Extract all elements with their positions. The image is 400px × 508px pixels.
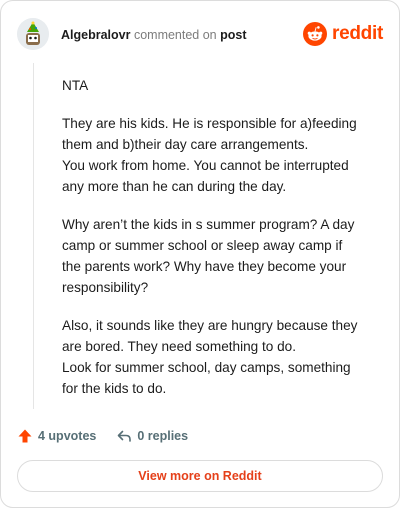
comment-line: for the kids to do. (62, 381, 167, 396)
avatar-image (17, 18, 49, 50)
comment-paragraph: Why aren’t the kids in s summer program?… (62, 214, 382, 298)
reply-count: 0 replies (137, 429, 189, 443)
comment-paragraph: NTA (62, 75, 382, 96)
user-avatar[interactable] (17, 18, 49, 50)
comment-line: them and b)their day care arrangements. (62, 137, 309, 152)
comment-header: Algebralovr commented on post reddit (17, 17, 383, 51)
thread-line (33, 63, 34, 409)
comment-paragraph: Also, it sounds like they are hungry bec… (62, 315, 382, 399)
comment-body: NTA They are his kids. He is responsible … (62, 75, 382, 416)
post-link[interactable]: post (220, 28, 246, 42)
comment-paragraph: They are his kids. He is responsible for… (62, 113, 382, 197)
comment-line: Why aren’t the kids in s summer program?… (62, 217, 355, 232)
upvote-count: 4 upvotes (38, 429, 97, 443)
reddit-wordmark: reddit (332, 23, 383, 44)
reddit-snoo-icon (303, 22, 328, 46)
reddit-logo[interactable]: reddit (303, 20, 383, 48)
comment-line: They are his kids. He is responsible for… (62, 116, 357, 131)
comment-byline: Algebralovr commented on post (61, 27, 247, 43)
comment-line: are bored. They need something to do. (62, 339, 297, 354)
upvote-arrow-icon (18, 429, 32, 443)
author-name[interactable]: Algebralovr (61, 28, 130, 42)
comment-line: responsibility? (62, 280, 149, 295)
comment-actions: 4 upvotes 0 replies (17, 425, 208, 447)
comment-line: NTA (62, 78, 89, 93)
comment-line: the parents work? Why have they become y… (62, 259, 347, 274)
comment-line: Also, it sounds like they are hungry bec… (62, 318, 358, 333)
upvote-button[interactable]: 4 upvotes (17, 428, 96, 444)
comment-line: camp or summer school or sleep away camp… (62, 238, 343, 253)
view-more-on-reddit-button[interactable]: View more on Reddit (17, 460, 383, 492)
embedded-comment-card: Algebralovr commented on post reddit NTA… (0, 0, 400, 508)
reply-arrow-icon (118, 430, 132, 442)
commented-on-text: commented on (133, 28, 217, 42)
comment-line: Look for summer school, day camps, somet… (62, 360, 351, 375)
comment-line: You work from home. You cannot be interr… (62, 158, 349, 173)
reply-button[interactable]: 0 replies (116, 428, 188, 444)
comment-line: any more than he can during the day. (62, 179, 287, 194)
